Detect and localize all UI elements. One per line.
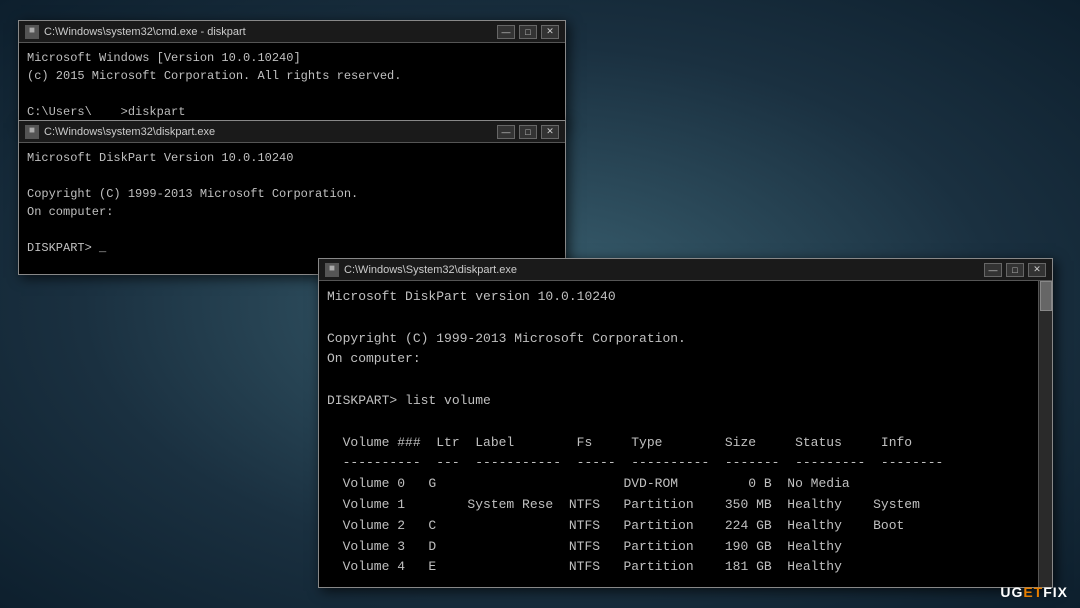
cmd-window: ■ C:\Windows\system32\cmd.exe - diskpart… [18,20,566,125]
cmd-title-text: C:\Windows\system32\cmd.exe - diskpart [44,26,246,38]
watermark-ug: UG [1000,584,1023,600]
close-button-3[interactable]: ✕ [1028,263,1046,277]
scrollbar[interactable] [1038,281,1052,587]
title-bar-controls: — □ ✕ [497,25,559,39]
minimize-button[interactable]: — [497,25,515,39]
cmd-title-bar: ■ C:\Windows\system32\cmd.exe - diskpart… [19,21,565,43]
title-bar-left-2: ■ C:\Windows\system32\diskpart.exe [25,125,215,139]
diskpart-command: DISKPART> list volume [327,393,491,408]
diskpart-oncomputer: On computer: [327,351,421,366]
maximize-button[interactable]: □ [519,25,537,39]
close-button-2[interactable]: ✕ [541,125,559,139]
diskpart-small-window: ■ C:\Windows\system32\diskpart.exe — □ ✕… [18,120,566,275]
diskpart-icon-large: ■ [325,263,339,277]
table-separator: ---------- --- ----------- ----- -------… [327,455,943,470]
diskpart-icon-small: ■ [25,125,39,139]
table-header: Volume ### Ltr Label Fs Type Size Status… [327,435,912,450]
diskpart-small-content: Microsoft DiskPart Version 10.0.10240 Co… [19,143,565,263]
title-bar-controls-3: — □ ✕ [984,263,1046,277]
diskpart-small-title-text: C:\Windows\system32\diskpart.exe [44,126,215,138]
title-bar-left: ■ C:\Windows\system32\cmd.exe - diskpart [25,25,246,39]
minimize-button-2[interactable]: — [497,125,515,139]
watermark-et: ET [1023,584,1043,600]
maximize-button-2[interactable]: □ [519,125,537,139]
diskpart-large-content: Microsoft DiskPart version 10.0.10240 Co… [319,281,1052,587]
volume-row-1: Volume 1 System Rese NTFS Partition 350 … [327,497,920,512]
maximize-button-3[interactable]: □ [1006,263,1024,277]
volume-row-2: Volume 2 C NTFS Partition 224 GB Healthy… [327,518,904,533]
volume-row-0: Volume 0 G DVD-ROM 0 B No Media [327,476,873,491]
diskpart-large-inner: Microsoft DiskPart version 10.0.10240 Co… [319,281,1052,587]
minimize-button-3[interactable]: — [984,263,1002,277]
volume-row-3: Volume 3 D NTFS Partition 190 GB Healthy [327,539,873,554]
close-button[interactable]: ✕ [541,25,559,39]
cmd-icon: ■ [25,25,39,39]
title-bar-controls-2: — □ ✕ [497,125,559,139]
diskpart-header: Microsoft DiskPart version 10.0.10240 [327,289,616,304]
volume-row-4: Volume 4 E NTFS Partition 181 GB Healthy [327,559,873,574]
diskpart-copyright: Copyright (C) 1999-2013 Microsoft Corpor… [327,331,686,346]
watermark: UGETFIX [1000,584,1068,600]
scrollbar-thumb[interactable] [1040,281,1052,311]
diskpart-large-title-bar: ■ C:\Windows\System32\diskpart.exe — □ ✕ [319,259,1052,281]
diskpart-small-title-bar: ■ C:\Windows\system32\diskpart.exe — □ ✕ [19,121,565,143]
diskpart-large-window: ■ C:\Windows\System32\diskpart.exe — □ ✕… [318,258,1053,588]
watermark-fix: FIX [1043,584,1068,600]
diskpart-large-title-text: C:\Windows\System32\diskpart.exe [344,264,517,276]
cmd-console-content: Microsoft Windows [Version 10.0.10240] (… [19,43,565,127]
title-bar-left-3: ■ C:\Windows\System32\diskpart.exe [325,263,517,277]
